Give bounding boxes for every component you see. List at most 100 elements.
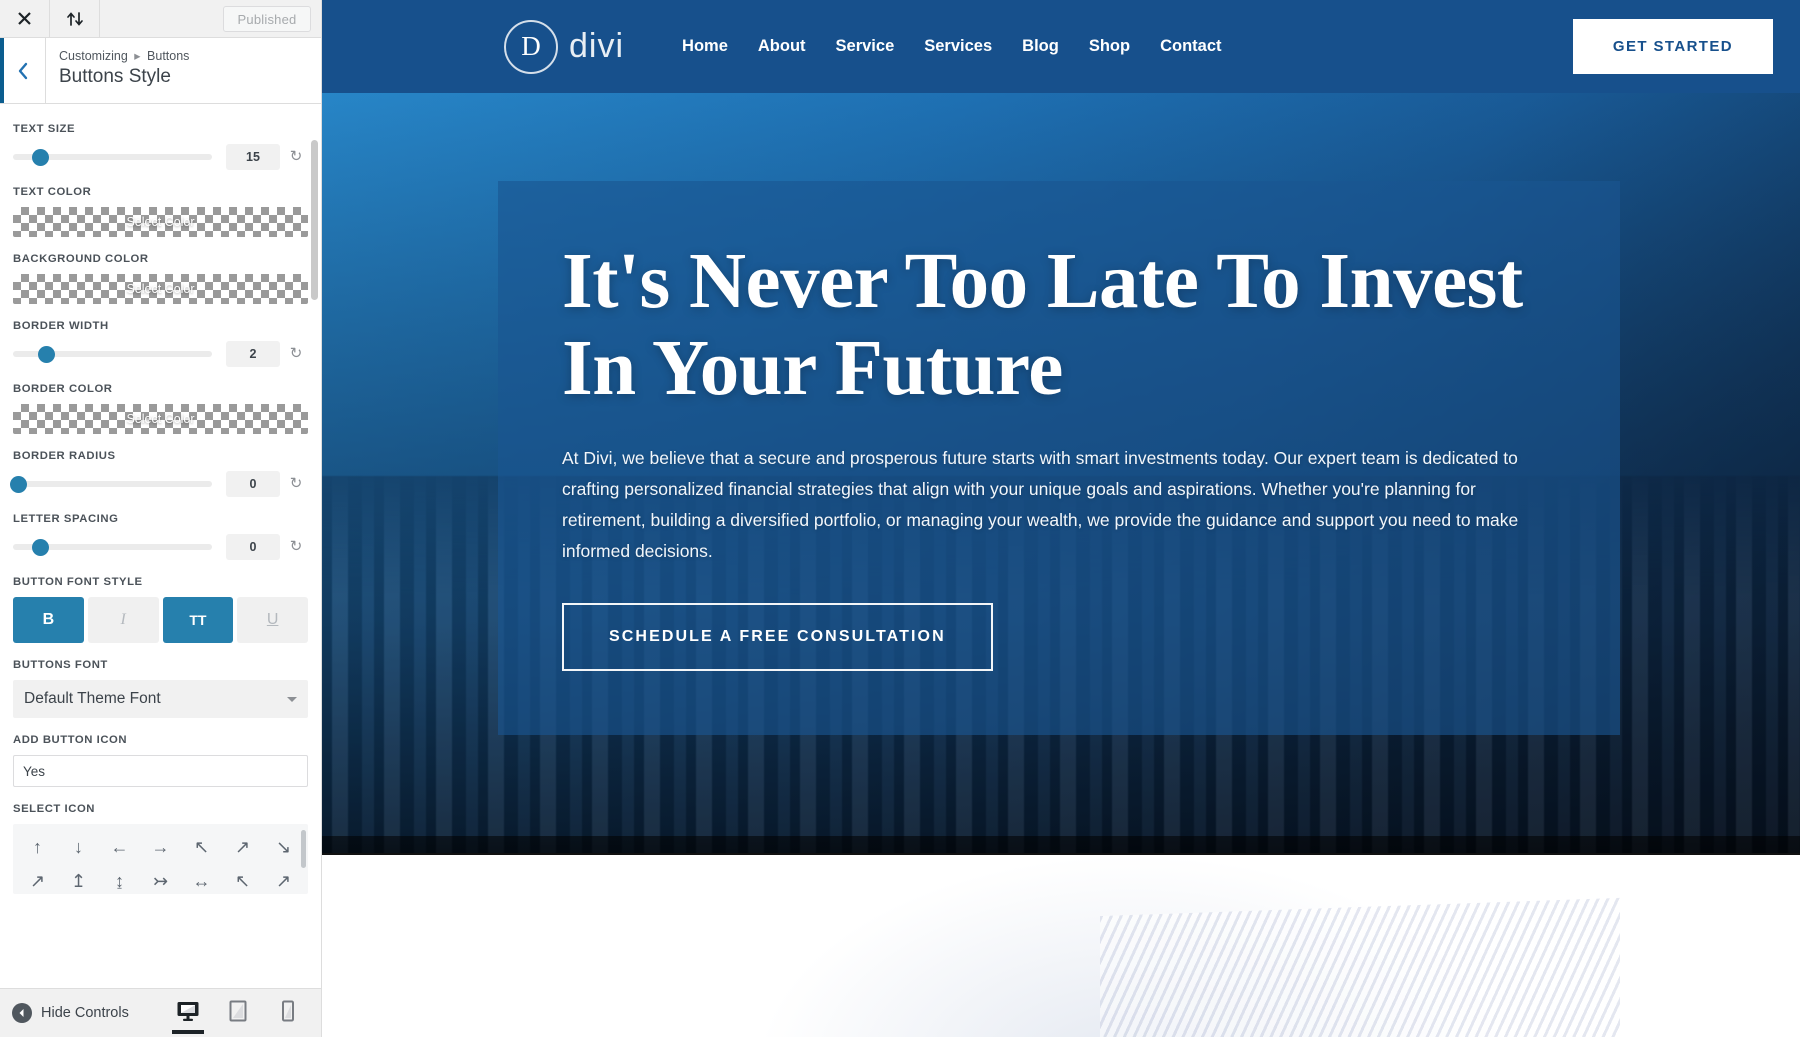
- hero-heading: It's Never Too Late To Invest In Your Fu…: [562, 238, 1523, 412]
- control-label: ADD BUTTON ICON: [13, 734, 128, 746]
- icon-option-arrow-diag[interactable]: ↗: [17, 864, 58, 894]
- uppercase-toggle[interactable]: TT: [162, 597, 234, 643]
- panel-back-button[interactable]: [0, 38, 46, 103]
- logo-wordmark: divi: [569, 27, 625, 65]
- reset-icon[interactable]: ↻: [284, 534, 308, 560]
- icon-grid-scrollbar[interactable]: [301, 830, 306, 868]
- customizer-screen: Published Customizing ▸ Buttons Buttons …: [0, 0, 1800, 1037]
- device-desktop[interactable]: [171, 993, 205, 1034]
- breadcrumb-root: Customizing: [59, 49, 128, 63]
- menu-item-home[interactable]: Home: [667, 37, 743, 56]
- control-border-width: BORDER WIDTH 2 ↻: [13, 320, 308, 367]
- chevron-down-icon: [287, 697, 297, 702]
- select-color-label: Select Color: [126, 412, 195, 426]
- border-radius-slider[interactable]: [10, 475, 212, 493]
- slider-row: 0 ↻: [13, 534, 308, 560]
- border-width-value[interactable]: 2: [226, 341, 280, 367]
- control-label: BORDER COLOR: [13, 383, 113, 395]
- icon-option-arrow-up-left-2[interactable]: ↖: [222, 864, 263, 894]
- hero-section: It's Never Too Late To Invest In Your Fu…: [322, 93, 1800, 946]
- control-label: BORDER RADIUS: [13, 450, 116, 462]
- control-border-radius: BORDER RADIUS 0 ↻: [10, 450, 308, 497]
- background-color-picker[interactable]: Select Color: [13, 274, 308, 304]
- slider-handle[interactable]: [10, 475, 28, 493]
- site-logo[interactable]: D divi: [504, 19, 625, 74]
- get-started-button[interactable]: GET STARTED: [1572, 19, 1773, 74]
- menu-item-services[interactable]: Services: [909, 37, 1007, 56]
- slider-handle[interactable]: [38, 345, 56, 363]
- icon-option-arrow-up-left[interactable]: ↖: [181, 830, 222, 864]
- icon-option-arrow-up-right[interactable]: ↗: [222, 830, 263, 864]
- hero-content-card: It's Never Too Late To Invest In Your Fu…: [498, 181, 1620, 735]
- font-style-toggle-group: B I TT U: [13, 597, 308, 643]
- italic-toggle[interactable]: I: [87, 597, 159, 643]
- icon-option-arrow-right[interactable]: →: [140, 830, 181, 864]
- control-letter-spacing: LETTER SPACING 0 ↻: [13, 513, 308, 560]
- icon-option-arrow-up-right-2[interactable]: ↗: [263, 864, 304, 894]
- hero-paragraph: At Divi, we believe that a secure and pr…: [562, 447, 1519, 561]
- close-icon: [17, 11, 32, 26]
- control-label: BUTTON FONT STYLE: [13, 576, 143, 588]
- sidebar-scrollbar[interactable]: [311, 140, 318, 300]
- page-next-section: [322, 853, 1800, 1037]
- icon-option-arrow-down[interactable]: ↓: [58, 830, 99, 864]
- wp-customizer-sidebar: Published Customizing ▸ Buttons Buttons …: [0, 0, 322, 1037]
- hide-controls-label: Hide Controls: [41, 1005, 129, 1021]
- section-hatch-decoration: [1100, 897, 1620, 1037]
- icon-option-arrow-bar-up[interactable]: ↥: [58, 864, 99, 894]
- icon-picker[interactable]: ↑ ↓ ← → ↖ ↗ ↘ ↗ ↥ ↨ ↣ ↔ ↖ ↗: [13, 824, 308, 894]
- chevron-left-icon: [17, 62, 29, 80]
- breadcrumb-section: Buttons: [147, 49, 190, 63]
- border-width-slider[interactable]: [13, 345, 212, 363]
- slider-handle[interactable]: [32, 148, 50, 166]
- buttons-font-select[interactable]: Default Theme Font: [13, 680, 308, 718]
- logo-mark: D: [504, 19, 558, 74]
- bold-toggle[interactable]: B: [13, 597, 84, 643]
- letter-spacing-value[interactable]: 0: [226, 534, 280, 560]
- menu-item-about[interactable]: About: [743, 37, 821, 56]
- hide-controls-button[interactable]: Hide Controls: [0, 1003, 129, 1023]
- text-color-picker[interactable]: Select Color: [13, 207, 308, 237]
- menu-item-shop[interactable]: Shop: [1074, 37, 1145, 56]
- text-size-slider[interactable]: [13, 148, 212, 166]
- letter-spacing-slider[interactable]: [13, 538, 212, 556]
- menu-item-blog[interactable]: Blog: [1007, 37, 1074, 56]
- icon-option-arrow-left-right[interactable]: ↔: [181, 864, 222, 894]
- border-color-picker[interactable]: Select Color: [13, 404, 308, 434]
- control-label: TEXT COLOR: [13, 186, 92, 198]
- device-preview-group: [171, 993, 321, 1034]
- control-label: SELECT ICON: [13, 803, 95, 815]
- mobile-icon: [281, 999, 295, 1028]
- add-button-icon-input[interactable]: [13, 755, 308, 787]
- reset-icon[interactable]: ↻: [284, 341, 308, 367]
- icon-option-arrow-bar-right[interactable]: ↣: [140, 864, 181, 894]
- customizer-topbar: Published: [0, 0, 321, 38]
- menu-item-contact[interactable]: Contact: [1145, 37, 1236, 56]
- text-size-value[interactable]: 15: [226, 144, 280, 170]
- select-color-label: Select Color: [126, 215, 195, 229]
- icon-option-arrow-left[interactable]: ←: [99, 830, 140, 864]
- control-label: BORDER WIDTH: [13, 320, 109, 332]
- site-main-menu: Home About Service Services Blog Shop Co…: [667, 37, 1236, 56]
- icon-option-arrow-down-right[interactable]: ↘: [263, 830, 304, 864]
- changeset-status-button[interactable]: [50, 0, 100, 37]
- device-tablet[interactable]: [221, 993, 255, 1033]
- device-mobile[interactable]: [271, 993, 305, 1033]
- close-customizer-button[interactable]: [0, 0, 50, 37]
- border-radius-value[interactable]: 0: [226, 471, 280, 497]
- site-preview-frame[interactable]: D divi Home About Service Services Blog …: [322, 0, 1800, 1037]
- reset-icon[interactable]: ↻: [284, 144, 308, 170]
- reset-icon[interactable]: ↻: [284, 471, 308, 497]
- slider-handle[interactable]: [32, 538, 50, 556]
- published-button[interactable]: Published: [223, 6, 311, 32]
- icon-option-arrow-dbl-up[interactable]: ↨: [99, 864, 140, 894]
- hero-cta-button[interactable]: SCHEDULE A FREE CONSULTATION: [562, 602, 993, 671]
- icon-option-arrow-up[interactable]: ↑: [17, 830, 58, 864]
- customizer-controls-list[interactable]: TEXT SIZE 15 ↻ TEXT COLOR Select Color B…: [0, 105, 321, 988]
- control-add-button-icon: ADD BUTTON ICON: [13, 734, 308, 787]
- menu-item-service[interactable]: Service: [821, 37, 910, 56]
- panel-titles: Customizing ▸ Buttons Buttons Style: [46, 38, 189, 103]
- underline-toggle[interactable]: U: [237, 597, 308, 643]
- buttons-font-value: Default Theme Font: [24, 690, 161, 707]
- breadcrumb-separator: ▸: [134, 49, 141, 63]
